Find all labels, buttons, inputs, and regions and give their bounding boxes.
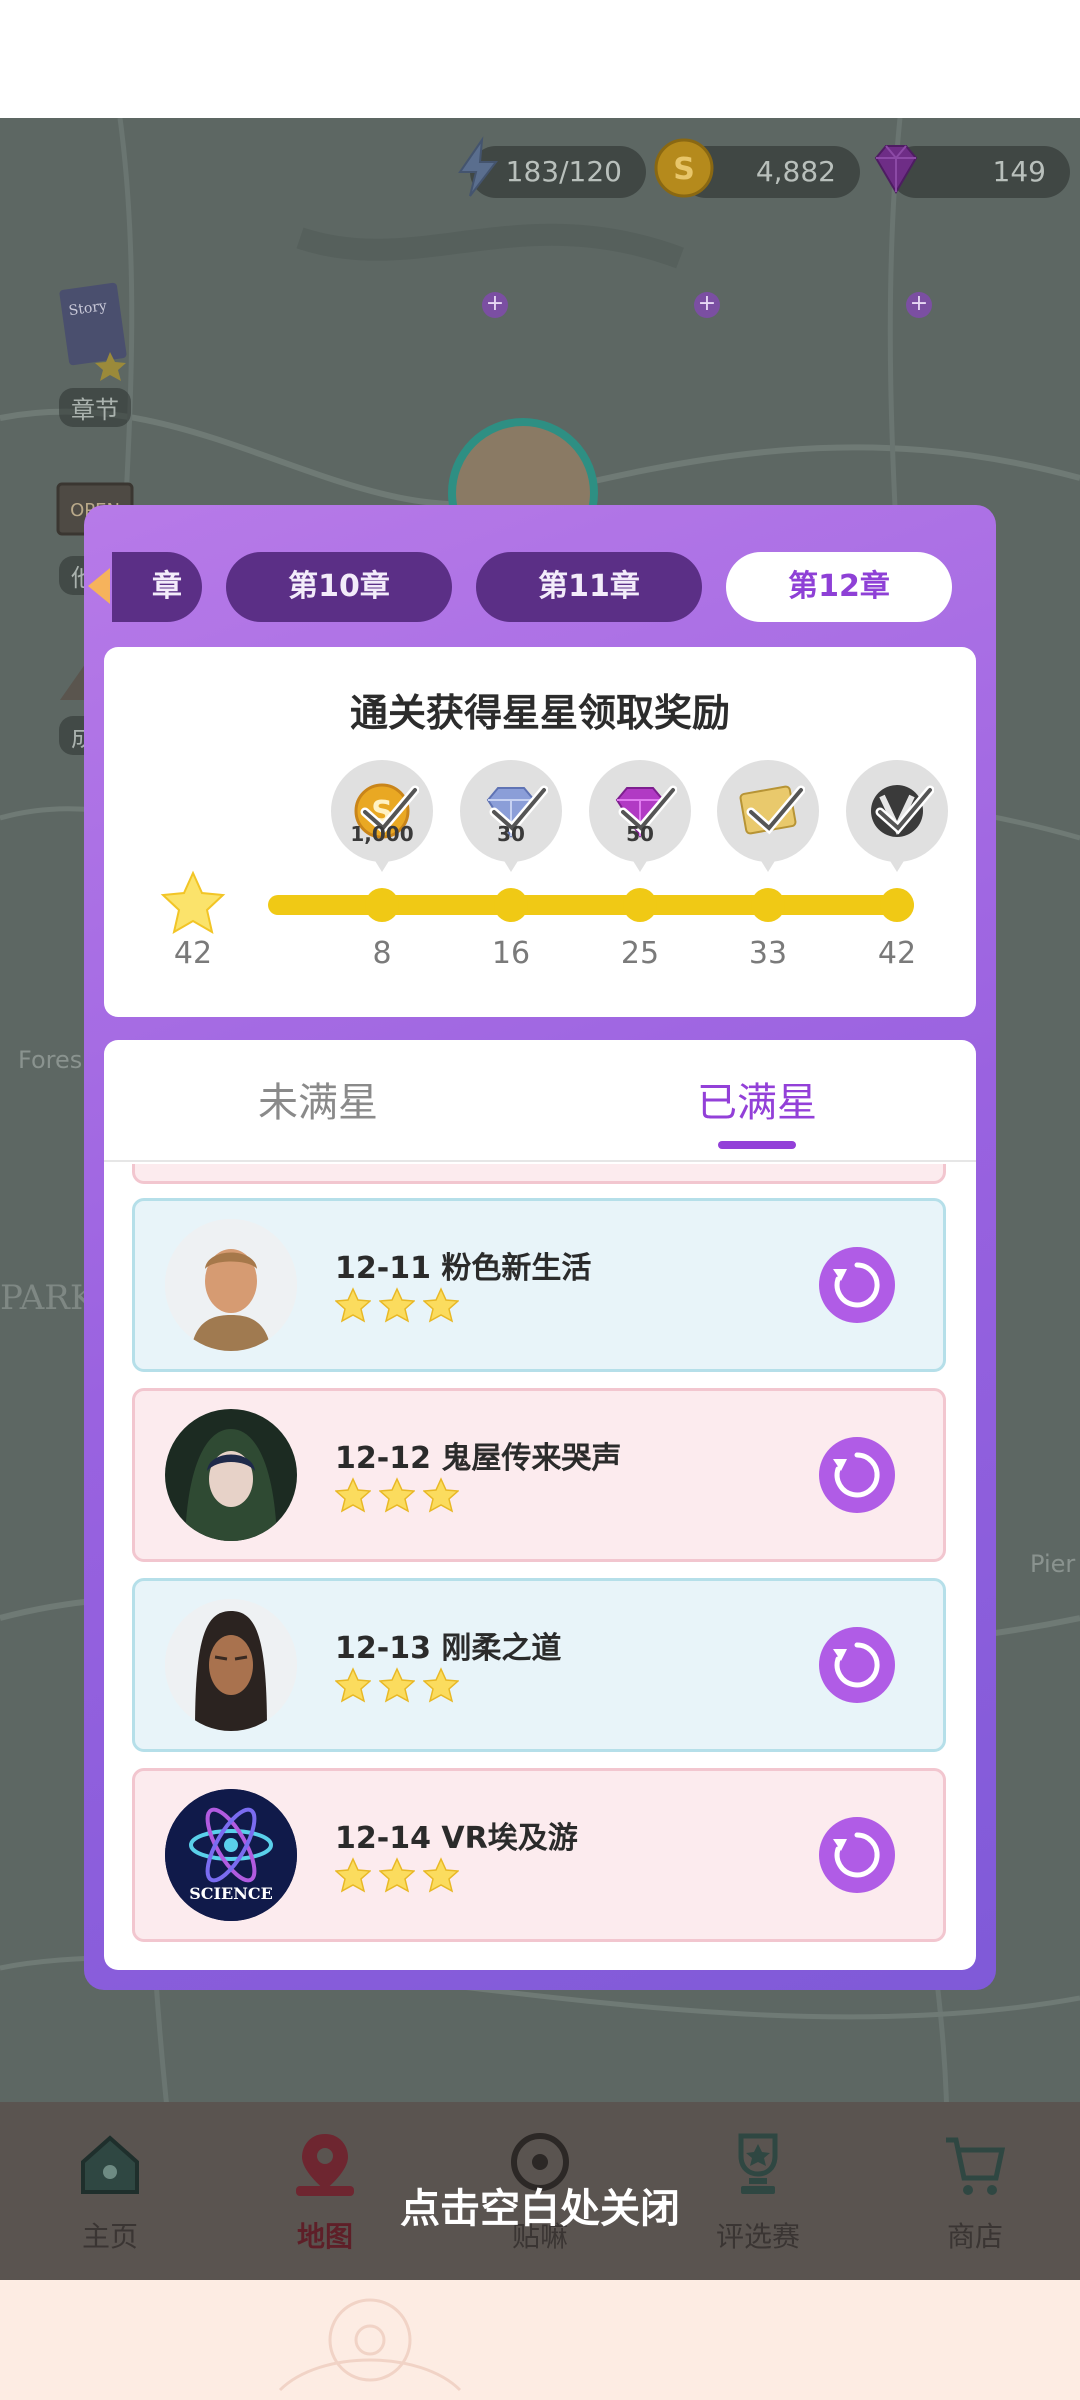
chapter-tab-11-label: 第11章 [538, 569, 640, 604]
star-icon [378, 1857, 416, 1893]
milestone-stars-4: 33 [748, 936, 788, 971]
level-stars [334, 1287, 462, 1327]
map-label-pier: Pier [1030, 1550, 1076, 1578]
reward-title: 通关获得星星领取奖励 [349, 691, 730, 735]
coin-plus-icon[interactable]: + [694, 292, 720, 318]
reward-milestone-2[interactable]: 30 [460, 760, 562, 872]
tab-divider [104, 1160, 976, 1162]
avatar [165, 1219, 297, 1351]
avatar: SCIENCE [165, 1789, 297, 1921]
chapter-tab-10-label: 第10章 [288, 569, 390, 604]
character-portrait [165, 1219, 297, 1351]
level-row[interactable]: 12-13 刚柔之道 [132, 1578, 946, 1752]
claimed-check-icon [746, 785, 805, 835]
replay-icon [833, 1262, 880, 1308]
level-title: 12-11 粉色新生活 [335, 1251, 592, 1286]
star-icon [422, 1857, 460, 1893]
gem-plus-icon[interactable]: + [906, 292, 932, 318]
replay-icon [833, 1642, 880, 1688]
chapter-tab-12[interactable]: 第12章 [726, 552, 952, 622]
status-bar [0, 0, 1080, 118]
chapter-label: 章节 [59, 388, 131, 427]
milestone-stars-1: 8 [372, 936, 392, 971]
avatar [165, 1599, 297, 1731]
character-portrait [165, 1409, 297, 1541]
map-label-forest: Fores [18, 1046, 83, 1074]
bottom-decor-strip [0, 2280, 1080, 2400]
reward-amount-2: 30 [497, 822, 525, 846]
total-star-icon [160, 870, 226, 935]
gem-icon [874, 145, 918, 194]
avatar [165, 1409, 297, 1541]
reward-milestone-3[interactable]: 50 [589, 760, 691, 872]
arrow-left-icon[interactable] [84, 566, 114, 606]
replay-button[interactable] [819, 1817, 895, 1893]
star-icon [378, 1477, 416, 1513]
chapter-book-icon: Story [59, 282, 127, 381]
progress-node-4 [751, 888, 785, 922]
milestone-stars-3: 25 [620, 936, 660, 971]
star-icon [422, 1477, 460, 1513]
milestone-stars-2: 16 [491, 936, 531, 971]
close-hint[interactable]: 点击空白处关闭 [0, 2176, 1080, 2234]
chapter-tab-prev[interactable]: 章 [112, 552, 202, 622]
star-icon [378, 1287, 416, 1323]
level-stars [334, 1477, 462, 1517]
tab-underline [718, 1141, 796, 1149]
reward-amount-1: 1,000 [350, 822, 414, 846]
star-icon [334, 1477, 372, 1513]
energy-icon [458, 136, 499, 197]
coin-value: 4,882 [755, 155, 836, 188]
milestone-stars-5: 42 [877, 936, 917, 971]
total-stars-value: 42 [173, 936, 213, 971]
replay-icon [833, 1832, 880, 1878]
level-stars [334, 1857, 462, 1897]
level-title: 12-14 VR埃及游 [335, 1821, 578, 1856]
reward-milestone-1[interactable]: S 1,000 [331, 760, 433, 872]
map-label-park: PARK [0, 1278, 96, 1318]
flower-decor [278, 2298, 462, 2392]
star-icon [334, 1667, 372, 1703]
star-icon [422, 1667, 460, 1703]
replay-icon [833, 1452, 880, 1498]
energy-plus-icon[interactable]: + [482, 292, 508, 318]
chapter-button[interactable]: Story 章节 [40, 282, 150, 427]
svg-text:S: S [673, 152, 695, 187]
progress-node-2 [494, 888, 528, 922]
science-atom-icon: SCIENCE [165, 1789, 297, 1921]
replay-button[interactable] [819, 1627, 895, 1703]
chapter-tab-10[interactable]: 第10章 [226, 552, 452, 622]
reward-milestone-4[interactable] [717, 760, 819, 872]
claimed-check-icon [875, 785, 934, 835]
chapter-tab-12-label: 第12章 [788, 569, 890, 604]
replay-button[interactable] [819, 1247, 895, 1323]
gem-value: 149 [992, 155, 1046, 188]
star-icon [378, 1667, 416, 1703]
level-stars [334, 1667, 462, 1707]
progress-node-1 [365, 888, 399, 922]
reward-amount-3: 50 [626, 822, 654, 846]
level-row[interactable]: SCIENCE 12-14 VR埃及游 [132, 1768, 946, 1942]
level-row[interactable]: 12-11 粉色新生活 [132, 1198, 946, 1372]
level-title: 12-13 刚柔之道 [335, 1631, 562, 1666]
partial-row-top [132, 1164, 946, 1184]
star-icon [422, 1287, 460, 1323]
progress-node-5 [880, 888, 914, 922]
character-portrait [165, 1599, 297, 1731]
svg-text:SCIENCE: SCIENCE [189, 1884, 273, 1903]
level-title: 12-12 鬼屋传来哭声 [335, 1441, 622, 1476]
level-row[interactable]: 12-12 鬼屋传来哭声 [132, 1388, 946, 1562]
star-icon [334, 1857, 372, 1893]
reward-milestone-5[interactable] [846, 760, 948, 872]
tab-not-full-stars[interactable]: 未满星 [258, 1070, 378, 1128]
tab-full-stars[interactable]: 已满星 [697, 1070, 817, 1128]
chapter-tab-11[interactable]: 第11章 [476, 552, 702, 622]
star-icon [334, 1287, 372, 1323]
energy-value: 183/120 [505, 155, 622, 188]
coin-icon: S [654, 138, 714, 198]
progress-node-3 [623, 888, 657, 922]
chapter-tab-prev-label: 章 [152, 569, 182, 604]
replay-button[interactable] [819, 1437, 895, 1513]
